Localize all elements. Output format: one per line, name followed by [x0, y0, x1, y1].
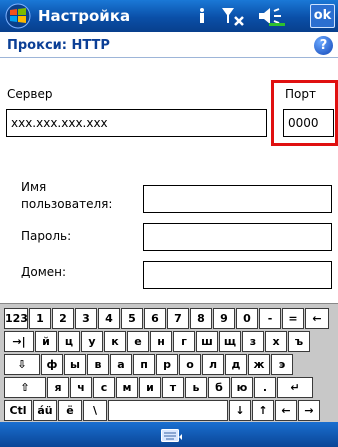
page-title: Прокси: HTTP [7, 38, 110, 53]
key-9[interactable]: 9 [213, 308, 235, 329]
key-ы[interactable]: ы [64, 354, 86, 375]
key-г[interactable]: г [173, 331, 195, 352]
key-left[interactable]: ← [275, 400, 297, 421]
key-у[interactable]: у [81, 331, 103, 352]
key-ш[interactable]: ш [196, 331, 218, 352]
key-1[interactable]: 1 [29, 308, 51, 329]
key-щ[interactable]: щ [219, 331, 241, 352]
username-input[interactable] [143, 185, 332, 213]
key-ф[interactable]: ф [41, 354, 63, 375]
key-ъ[interactable]: ъ [288, 331, 310, 352]
key-4[interactable]: 4 [98, 308, 120, 329]
volume-icon[interactable] [257, 5, 287, 27]
keyboard-icon[interactable] [161, 429, 183, 442]
key--[interactable]: - [259, 308, 281, 329]
password-label: Пароль: [21, 229, 72, 243]
key-ц[interactable]: ц [58, 331, 80, 352]
username-label: Имя пользователя: [21, 180, 113, 211]
password-input[interactable] [143, 223, 332, 251]
key-accents[interactable]: áü [33, 400, 57, 421]
key-ю[interactable]: ю [231, 377, 253, 398]
key-7[interactable]: 7 [167, 308, 189, 329]
key-numbers[interactable]: 123 [4, 308, 28, 329]
key-down[interactable]: ↓ [229, 400, 251, 421]
key-с[interactable]: с [93, 377, 115, 398]
key-8[interactable]: 8 [190, 308, 212, 329]
key-л[interactable]: л [202, 354, 224, 375]
key-6[interactable]: 6 [144, 308, 166, 329]
key-backslash[interactable]: \ [83, 400, 107, 421]
help-icon[interactable]: ? [314, 36, 333, 55]
key-е[interactable]: е [127, 331, 149, 352]
key-ь[interactable]: ь [185, 377, 207, 398]
title-bar: Настройка ok [0, 0, 338, 32]
key-п[interactable]: п [133, 354, 155, 375]
info-icon[interactable] [197, 7, 207, 25]
key-ж[interactable]: ж [248, 354, 270, 375]
key-shift[interactable]: ⇧ [4, 377, 46, 398]
key-а[interactable]: а [110, 354, 132, 375]
key-right[interactable]: → [298, 400, 320, 421]
key-о[interactable]: о [179, 354, 201, 375]
signal-off-icon[interactable] [221, 5, 247, 27]
key-й[interactable]: й [35, 331, 57, 352]
key-=[interactable]: = [282, 308, 304, 329]
key-ctrl[interactable]: Ctl [4, 400, 32, 421]
key-ч[interactable]: ч [70, 377, 92, 398]
key-и[interactable]: и [139, 377, 161, 398]
key-з[interactable]: з [242, 331, 264, 352]
key-в[interactable]: в [87, 354, 109, 375]
key-backspace[interactable]: ← [305, 308, 329, 329]
key-х[interactable]: х [265, 331, 287, 352]
key-м[interactable]: м [116, 377, 138, 398]
key-enter[interactable]: ↵ [277, 377, 313, 398]
port-highlight [271, 80, 338, 146]
key-э[interactable]: э [271, 354, 293, 375]
key-д[interactable]: д [225, 354, 247, 375]
key-up[interactable]: ↑ [252, 400, 274, 421]
key-0[interactable]: 0 [236, 308, 258, 329]
server-input[interactable]: xxx.xxx.xxx.xxx [6, 109, 267, 137]
key-к[interactable]: к [104, 331, 126, 352]
key-5[interactable]: 5 [121, 308, 143, 329]
server-label: Сервер [7, 87, 53, 101]
key-я[interactable]: я [47, 377, 69, 398]
ok-button[interactable]: ok [310, 4, 335, 28]
windows-start-icon[interactable] [4, 3, 32, 29]
domain-input[interactable] [143, 261, 332, 289]
key-space[interactable] [108, 400, 228, 421]
key-б[interactable]: б [208, 377, 230, 398]
key-ё[interactable]: ё [58, 400, 82, 421]
key-2[interactable]: 2 [52, 308, 74, 329]
key-н[interactable]: н [150, 331, 172, 352]
page-header: Прокси: HTTP ? [0, 32, 338, 58]
key-.[interactable]: . [254, 377, 276, 398]
key-caps[interactable]: ⇩ [4, 354, 40, 375]
on-screen-keyboard: 123 1 2 3 4 5 6 7 8 9 0- = ← →| й ц у к е н г ш щ з х ъ ⇩ ф ы в а п р о л д… [0, 303, 338, 422]
key-т[interactable]: т [162, 377, 184, 398]
domain-label: Домен: [21, 265, 67, 279]
key-3[interactable]: 3 [75, 308, 97, 329]
key-tab[interactable]: →| [4, 331, 34, 352]
key-р[interactable]: р [156, 354, 178, 375]
app-title: Настройка [38, 7, 131, 25]
